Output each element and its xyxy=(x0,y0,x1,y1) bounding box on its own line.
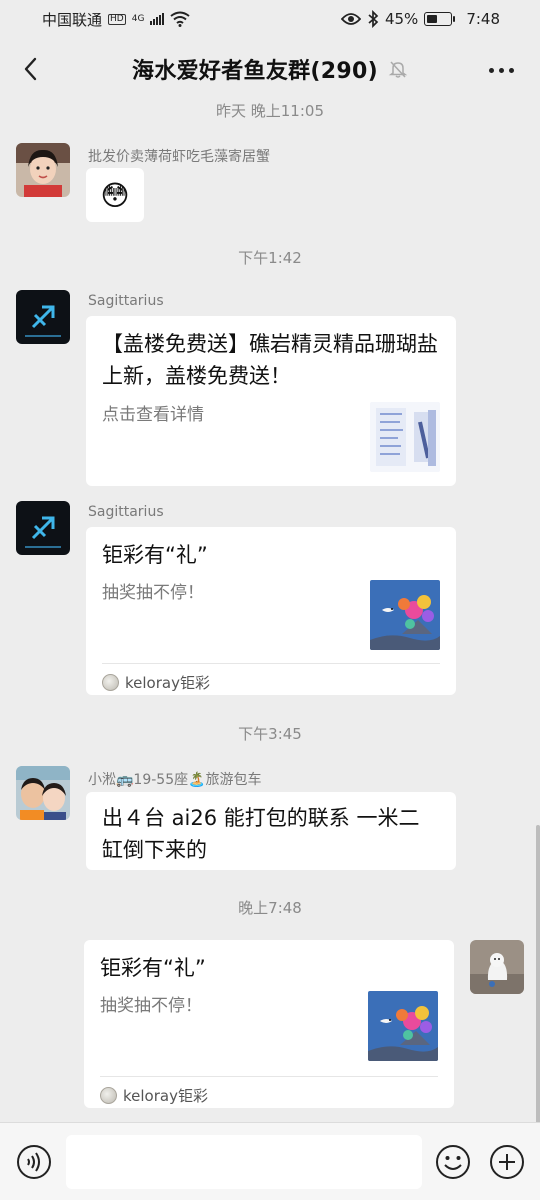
message-bubble[interactable]: 出４台 ai26 能打包的联系 一米二缸倒下来的 xyxy=(86,792,456,870)
back-icon[interactable] xyxy=(18,54,48,84)
avatar[interactable] xyxy=(16,290,70,344)
card-description: 抽奖抽不停！ xyxy=(100,996,202,1016)
card-title: 钜彩有“礼” xyxy=(100,956,206,980)
bluetooth-icon xyxy=(368,10,379,28)
status-bar: 中国联通 HD 4G 45% 7:48 xyxy=(0,0,540,38)
card-title: 【盖楼免费送】礁岩精灵精品珊瑚盐上新，盖楼免费送！ xyxy=(102,332,438,388)
message-text: 出４台 ai26 能打包的联系 一米二缸倒下来的 xyxy=(102,806,420,862)
scrollbar[interactable] xyxy=(536,825,540,1125)
my-avatar[interactable] xyxy=(470,940,524,994)
clock: 7:48 xyxy=(466,10,500,28)
sender-name: 批发价卖薄荷虾吃毛藻寄居蟹 xyxy=(88,149,270,165)
sender-name: Sagittarius xyxy=(88,293,164,309)
link-card[interactable]: 钜彩有“礼” 抽奖抽不停！ keloray钜彩 xyxy=(84,940,454,1108)
message-input[interactable] xyxy=(66,1135,422,1189)
card-source-label: keloray钜彩 xyxy=(125,674,210,692)
input-bar xyxy=(0,1122,540,1200)
hd-badge: HD xyxy=(108,13,126,25)
message-bubble[interactable]: 😳 xyxy=(86,168,144,222)
voice-icon[interactable] xyxy=(16,1144,52,1180)
card-source-label: keloray钜彩 xyxy=(123,1087,208,1105)
card-source: keloray钜彩 xyxy=(102,663,440,693)
card-thumbnail xyxy=(370,580,440,650)
card-thumbnail xyxy=(370,402,440,472)
card-source: keloray钜彩 xyxy=(100,1076,438,1106)
eye-icon xyxy=(340,13,361,25)
card-thumbnail xyxy=(368,991,438,1061)
battery-percent: 45% xyxy=(384,10,419,28)
keloray-logo-icon xyxy=(102,674,119,691)
sender-name: 小淞🚌19-55座🏝️旅游包车 xyxy=(88,772,262,788)
avatar[interactable] xyxy=(16,143,70,197)
card-description: 抽奖抽不停！ xyxy=(102,583,204,603)
card-title: 钜彩有“礼” xyxy=(102,543,208,567)
carrier-label: 中国联通 xyxy=(42,10,103,29)
chat-header: 海水爱好者鱼友群(290) xyxy=(0,38,540,100)
wifi-icon xyxy=(170,11,191,27)
emoji-icon[interactable] xyxy=(435,1144,471,1180)
avatar[interactable] xyxy=(16,501,70,555)
sender-name: Sagittarius xyxy=(88,504,164,520)
link-card[interactable]: 钜彩有“礼” 抽奖抽不停！ keloray钜彩 xyxy=(86,527,456,695)
timestamp: 晚上7:48 xyxy=(238,899,302,917)
timestamp: 下午3:45 xyxy=(238,725,302,743)
signal-icon xyxy=(150,13,165,25)
timestamp: 下午1:42 xyxy=(238,249,302,267)
avatar[interactable] xyxy=(16,766,70,820)
timestamp: 昨天 晚上11:05 xyxy=(216,102,324,120)
mute-icon xyxy=(388,61,408,78)
network-type: 4G xyxy=(131,14,145,24)
more-icon[interactable] xyxy=(489,68,514,73)
battery-icon xyxy=(424,12,456,26)
flushed-emoji-icon: 😳 xyxy=(100,178,130,212)
link-card[interactable]: 【盖楼免费送】礁岩精灵精品珊瑚盐上新，盖楼免费送！ 点击查看详情 xyxy=(86,316,456,486)
card-description: 点击查看详情 xyxy=(102,405,204,425)
chat-title[interactable]: 海水爱好者鱼友群(290) xyxy=(132,53,378,85)
keloray-logo-icon xyxy=(100,1087,117,1104)
plus-icon[interactable] xyxy=(489,1144,525,1180)
